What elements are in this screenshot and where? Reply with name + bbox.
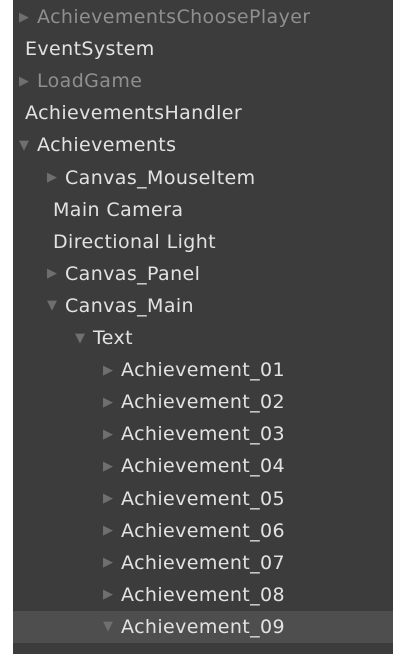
expand-arrow-right-icon[interactable]: ▶	[103, 363, 121, 378]
expand-arrow-right-icon[interactable]: ▶	[103, 491, 121, 506]
hierarchy-item-label: Achievement_05	[121, 487, 286, 510]
hierarchy-item-label: Achievement_06	[121, 519, 286, 542]
hierarchy-item[interactable]: ▶ Achievement_02	[13, 386, 393, 418]
hierarchy-item[interactable]: Main Camera	[13, 194, 393, 226]
hierarchy-item-label: Canvas_MouseItem	[65, 166, 256, 189]
hierarchy-item-label: Achievement_01	[121, 359, 286, 382]
hierarchy-item[interactable]: ▶ AchievementsChoosePlayer	[13, 1, 393, 33]
hierarchy-item[interactable]: ▼ Text	[13, 322, 393, 354]
hierarchy-item[interactable]: ▼ Canvas_Main	[13, 290, 393, 322]
hierarchy-item-label: Achievements	[37, 134, 177, 157]
hierarchy-item[interactable]: ▶ LoadGame	[13, 65, 393, 97]
hierarchy-item-label: Directional Light	[53, 230, 217, 253]
hierarchy-item[interactable]: Directional Light	[13, 226, 393, 258]
hierarchy-item[interactable]: AchievementsHandler	[13, 97, 393, 129]
expand-arrow-down-icon[interactable]: ▼	[47, 298, 65, 313]
hierarchy-item[interactable]: ▶ Achievement_03	[13, 418, 393, 450]
expand-arrow-right-icon[interactable]: ▶	[19, 74, 37, 89]
hierarchy-item-label: Achievement_09	[121, 615, 286, 638]
hierarchy-item-label: Canvas_Panel	[65, 262, 201, 285]
hierarchy-item[interactable]: ▶ Achievement_06	[13, 515, 393, 547]
hierarchy-item-label: Achievement_03	[121, 423, 286, 446]
expand-arrow-right-icon[interactable]: ▶	[103, 427, 121, 442]
hierarchy-item[interactable]: ▼ Achievements	[13, 129, 393, 161]
hierarchy-item-label: Achievement_04	[121, 455, 286, 478]
expand-arrow-down-icon[interactable]: ▼	[19, 138, 37, 153]
hierarchy-item-label: AchievementsChoosePlayer	[37, 6, 311, 28]
hierarchy-item-label: Achievement_07	[121, 551, 286, 574]
hierarchy-item[interactable]: ▶ Canvas_Panel	[13, 258, 393, 290]
hierarchy-item-label: Main Camera	[53, 198, 184, 221]
hierarchy-item[interactable]: ▶ Canvas_MouseItem	[13, 162, 393, 194]
expand-arrow-down-icon[interactable]: ▼	[75, 331, 93, 346]
hierarchy-item-label: Canvas_Main	[65, 294, 194, 317]
hierarchy-item[interactable]: ▶ Achievement_04	[13, 450, 393, 482]
hierarchy-item-label: Text	[93, 327, 134, 349]
hierarchy-item-label: LoadGame	[37, 70, 143, 93]
hierarchy-item-label: Achievement_02	[121, 391, 286, 414]
hierarchy-item-label: AchievementsHandler	[25, 102, 243, 125]
expand-arrow-right-icon[interactable]: ▶	[103, 459, 121, 474]
hierarchy-item[interactable]: EventSystem	[13, 33, 393, 65]
hierarchy-item-label: Achievement_08	[121, 583, 286, 606]
hierarchy-item[interactable]: ▶ Achievement_07	[13, 547, 393, 579]
hierarchy-item[interactable]: ▼ Achievement_09	[13, 610, 393, 643]
expand-arrow-right-icon[interactable]: ▶	[103, 523, 121, 538]
hierarchy-item[interactable]: ▶ Achievement_01	[13, 354, 393, 386]
expand-arrow-right-icon[interactable]: ▶	[47, 266, 65, 281]
expand-arrow-right-icon[interactable]: ▶	[103, 587, 121, 602]
expand-arrow-right-icon[interactable]: ▶	[47, 170, 65, 185]
expand-arrow-down-icon[interactable]: ▼	[103, 619, 121, 634]
hierarchy-item[interactable]: ▶ Achievement_05	[13, 483, 393, 515]
hierarchy-item[interactable]: ▶ Achievement_08	[13, 579, 393, 611]
expand-arrow-right-icon[interactable]: ▶	[103, 395, 121, 410]
hierarchy-panel: ▶ AchievementsChoosePlayer EventSystem ▶ Loa…	[13, 0, 393, 654]
expand-arrow-right-icon[interactable]: ▶	[19, 10, 37, 25]
expand-arrow-right-icon[interactable]: ▶	[103, 555, 121, 570]
hierarchy-item-label: EventSystem	[25, 38, 155, 61]
